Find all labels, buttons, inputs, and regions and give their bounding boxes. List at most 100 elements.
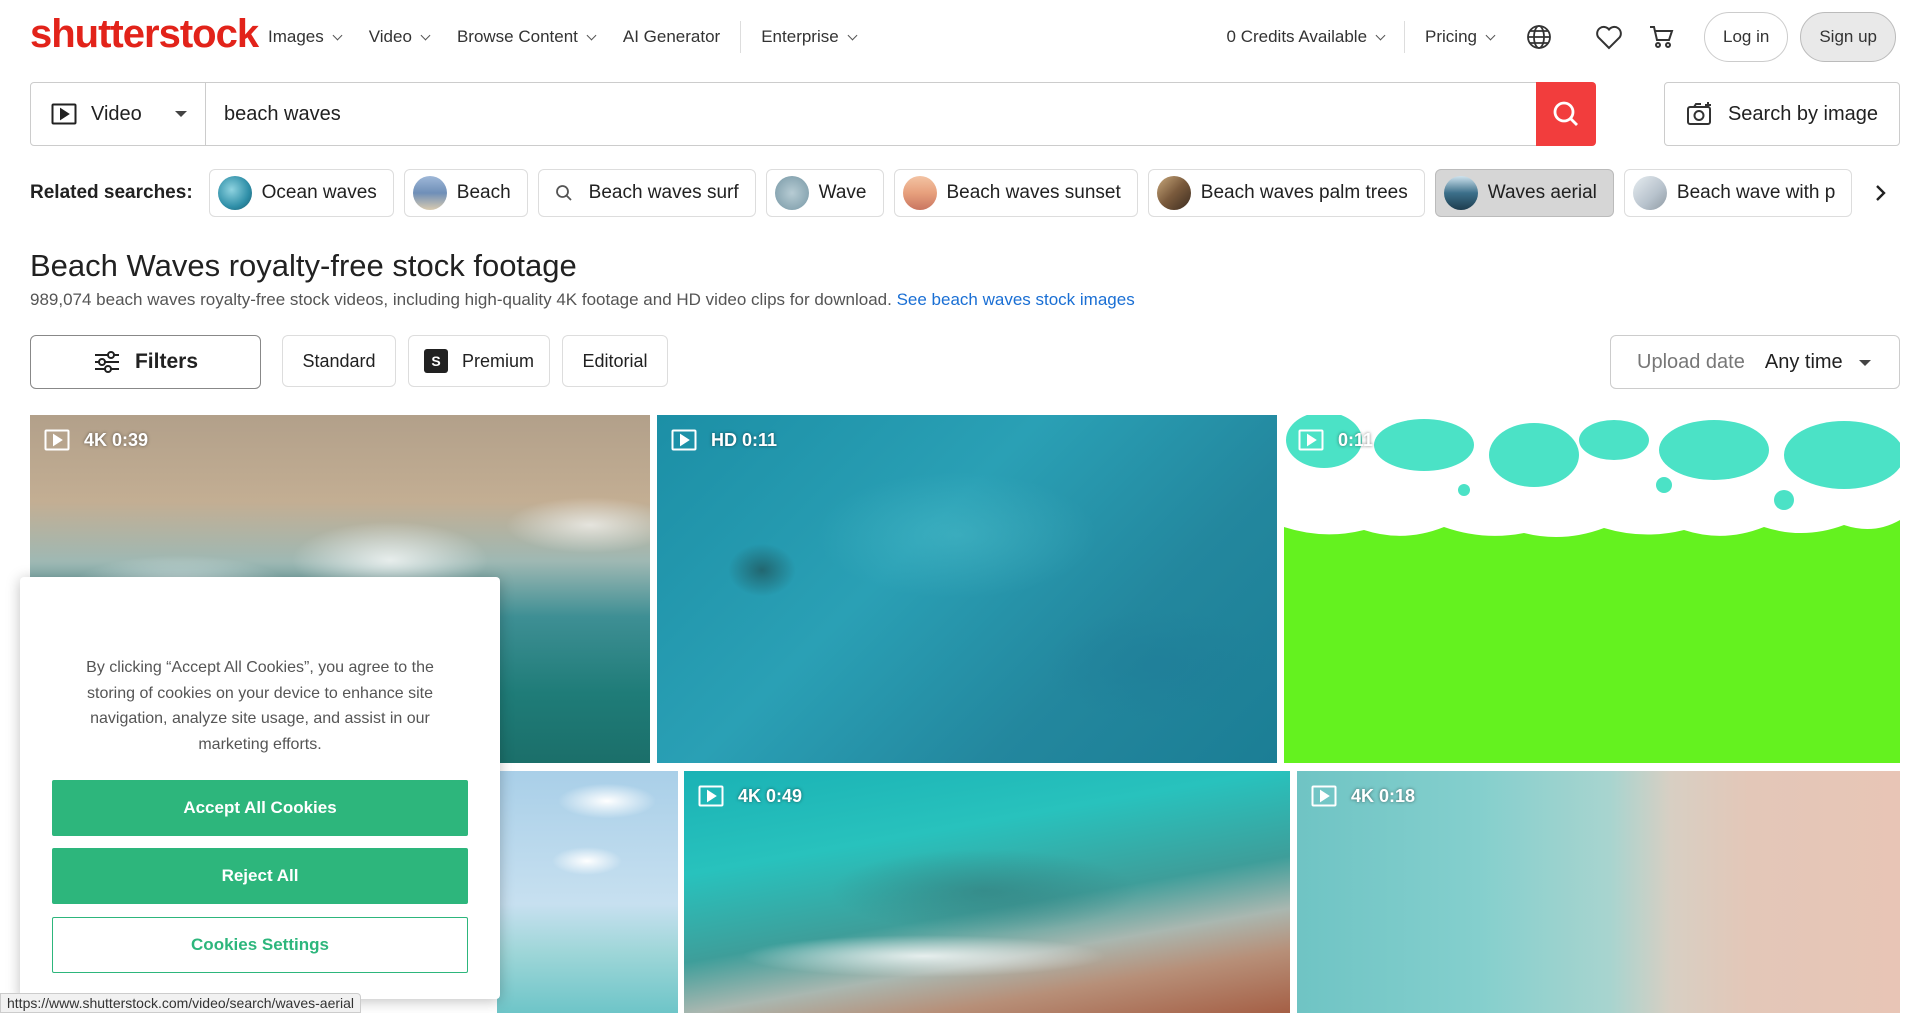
- video-icon: [1311, 785, 1337, 807]
- tile-duration: 4K 0:49: [738, 785, 803, 806]
- related-searches: Related searches: Ocean waves Beach Beac…: [30, 168, 1900, 218]
- chevron-right-icon: [1876, 185, 1886, 201]
- upload-date-value: Any time: [1764, 350, 1843, 373]
- premium-label: Premium: [461, 350, 534, 371]
- chevron-down-icon: [1375, 30, 1386, 40]
- cart-icon[interactable]: [1646, 22, 1676, 52]
- chip-label: Beach waves surf: [588, 182, 739, 203]
- cookie-consent-text: By clicking “Accept All Cookies”, you ag…: [86, 659, 434, 753]
- related-chip-ocean-waves[interactable]: Ocean waves: [208, 169, 394, 217]
- related-next-button[interactable]: [1860, 168, 1900, 218]
- nav-ai-label: AI Generator: [622, 27, 721, 46]
- camera-icon: [1686, 102, 1711, 125]
- nav-images-label: Images: [268, 27, 324, 46]
- search-input[interactable]: [206, 83, 1536, 145]
- chevron-down-icon: [420, 30, 431, 40]
- search-icon: [1553, 101, 1578, 126]
- standard-filter-button[interactable]: Standard: [282, 335, 396, 387]
- globe-icon[interactable]: [1524, 22, 1554, 52]
- chip-label: Beach: [456, 182, 511, 203]
- heart-icon[interactable]: [1594, 22, 1624, 52]
- page-title: Beach Waves royalty-free stock footage: [30, 248, 577, 283]
- chip-label: Ocean waves: [261, 182, 377, 203]
- nav-ai-generator[interactable]: AI Generator: [623, 27, 720, 47]
- video-tile[interactable]: 0:11: [1284, 415, 1900, 763]
- nav-enterprise[interactable]: Enterprise: [761, 27, 858, 47]
- chip-thumbnail: [1443, 176, 1478, 210]
- signup-button[interactable]: Sign up: [1800, 12, 1896, 62]
- chip-label: Beach waves palm trees: [1200, 182, 1408, 203]
- chevron-down-icon: [847, 30, 858, 40]
- nav-enterprise-label: Enterprise: [761, 27, 839, 46]
- pricing-dropdown[interactable]: Pricing: [1425, 27, 1496, 47]
- editorial-label: Editorial: [582, 350, 648, 371]
- nav-divider: [740, 21, 742, 53]
- related-chip-beach-waves-sunset[interactable]: Beach waves sunset: [893, 169, 1138, 217]
- chip-thumbnail: [412, 176, 447, 210]
- chip-label: Beach wave with p: [1676, 182, 1836, 203]
- media-type-select[interactable]: Video: [31, 83, 206, 145]
- tile-duration: HD 0:11: [711, 429, 778, 450]
- chip-thumbnail: [1632, 176, 1667, 210]
- chip-thumbnail: [217, 176, 252, 210]
- related-chip-beach-waves-palm-trees[interactable]: Beach waves palm trees: [1147, 169, 1425, 217]
- chevron-down-icon: [332, 30, 343, 40]
- nav-images[interactable]: Images: [268, 27, 343, 47]
- video-tile[interactable]: 4K 0:49: [684, 771, 1290, 1013]
- upload-date-select[interactable]: Upload date Any time: [1610, 335, 1900, 389]
- pricing-label: Pricing: [1425, 27, 1477, 46]
- filters-button[interactable]: Filters: [30, 335, 261, 389]
- media-type-label: Video: [91, 102, 142, 125]
- related-chip-beach[interactable]: Beach: [403, 169, 528, 217]
- video-tile[interactable]: HD 0:11: [657, 415, 1277, 763]
- cookies-settings-button[interactable]: Cookies Settings: [52, 917, 468, 973]
- video-icon: [44, 429, 70, 451]
- nav-browse-content[interactable]: Browse Content: [456, 27, 597, 47]
- shutterstock-logo[interactable]: shutterstock: [30, 12, 259, 57]
- related-chip-waves-aerial[interactable]: Waves aerial: [1434, 169, 1614, 217]
- chip-label: Wave: [818, 182, 867, 203]
- chip-thumbnail: [1156, 176, 1191, 210]
- status-bar-url: https://www.shutterstock.com/video/searc…: [0, 993, 362, 1013]
- reject-all-button[interactable]: Reject All: [52, 848, 468, 904]
- sliders-icon: [94, 351, 119, 373]
- standard-label: Standard: [302, 350, 376, 371]
- chip-label: Waves aerial: [1487, 182, 1597, 203]
- nav-divider: [1404, 21, 1406, 53]
- page-subtitle: 989,074 beach waves royalty-free stock v…: [30, 290, 1135, 310]
- chip-label: Beach waves sunset: [946, 182, 1121, 203]
- editorial-filter-button[interactable]: Editorial: [562, 335, 668, 387]
- video-icon: [671, 429, 697, 451]
- search-by-image-button[interactable]: Search by image: [1664, 82, 1900, 146]
- caret-down-icon: [1859, 360, 1871, 366]
- search-icon: [555, 185, 572, 201]
- accept-all-cookies-button[interactable]: Accept All Cookies: [52, 780, 468, 836]
- tile-meta: HD 0:11: [671, 429, 777, 451]
- stock-images-link[interactable]: See beach waves stock images: [897, 290, 1135, 309]
- upload-date-label: Upload date: [1637, 350, 1745, 373]
- credits-label: 0 Credits Available: [1226, 27, 1368, 46]
- chevron-down-icon: [586, 30, 597, 40]
- video-tile[interactable]: [497, 771, 678, 1013]
- account-nav: 0 Credits Available Pricing Log in Sign …: [1227, 0, 1896, 74]
- search-by-image-label: Search by image: [1727, 102, 1879, 125]
- video-tile[interactable]: 4K 0:18: [1297, 771, 1900, 1013]
- related-chip-wave[interactable]: Wave: [765, 169, 884, 217]
- login-button[interactable]: Log in: [1704, 12, 1789, 62]
- premium-filter-button[interactable]: S Premium: [408, 335, 550, 387]
- search-button[interactable]: [1535, 81, 1596, 146]
- search-bar: Video: [30, 81, 1596, 146]
- tile-duration: 4K 0:18: [1351, 785, 1416, 806]
- related-searches-label: Related searches:: [30, 182, 193, 203]
- video-icon: [1298, 429, 1324, 451]
- foam-graphic: [1284, 415, 1900, 537]
- tile-meta: 4K 0:49: [698, 785, 802, 807]
- tile-meta: 0:11: [1298, 429, 1373, 451]
- video-icon: [51, 103, 77, 125]
- credits-dropdown[interactable]: 0 Credits Available: [1226, 27, 1386, 47]
- main-nav: Images Video Browse Content AI Generator…: [268, 0, 884, 74]
- related-chip-beach-waves-surf[interactable]: Beach waves surf: [537, 169, 756, 217]
- nav-video[interactable]: Video: [369, 27, 431, 47]
- related-chip-beach-wave-with[interactable]: Beach wave with p: [1623, 169, 1853, 217]
- nav-browse-label: Browse Content: [456, 27, 578, 46]
